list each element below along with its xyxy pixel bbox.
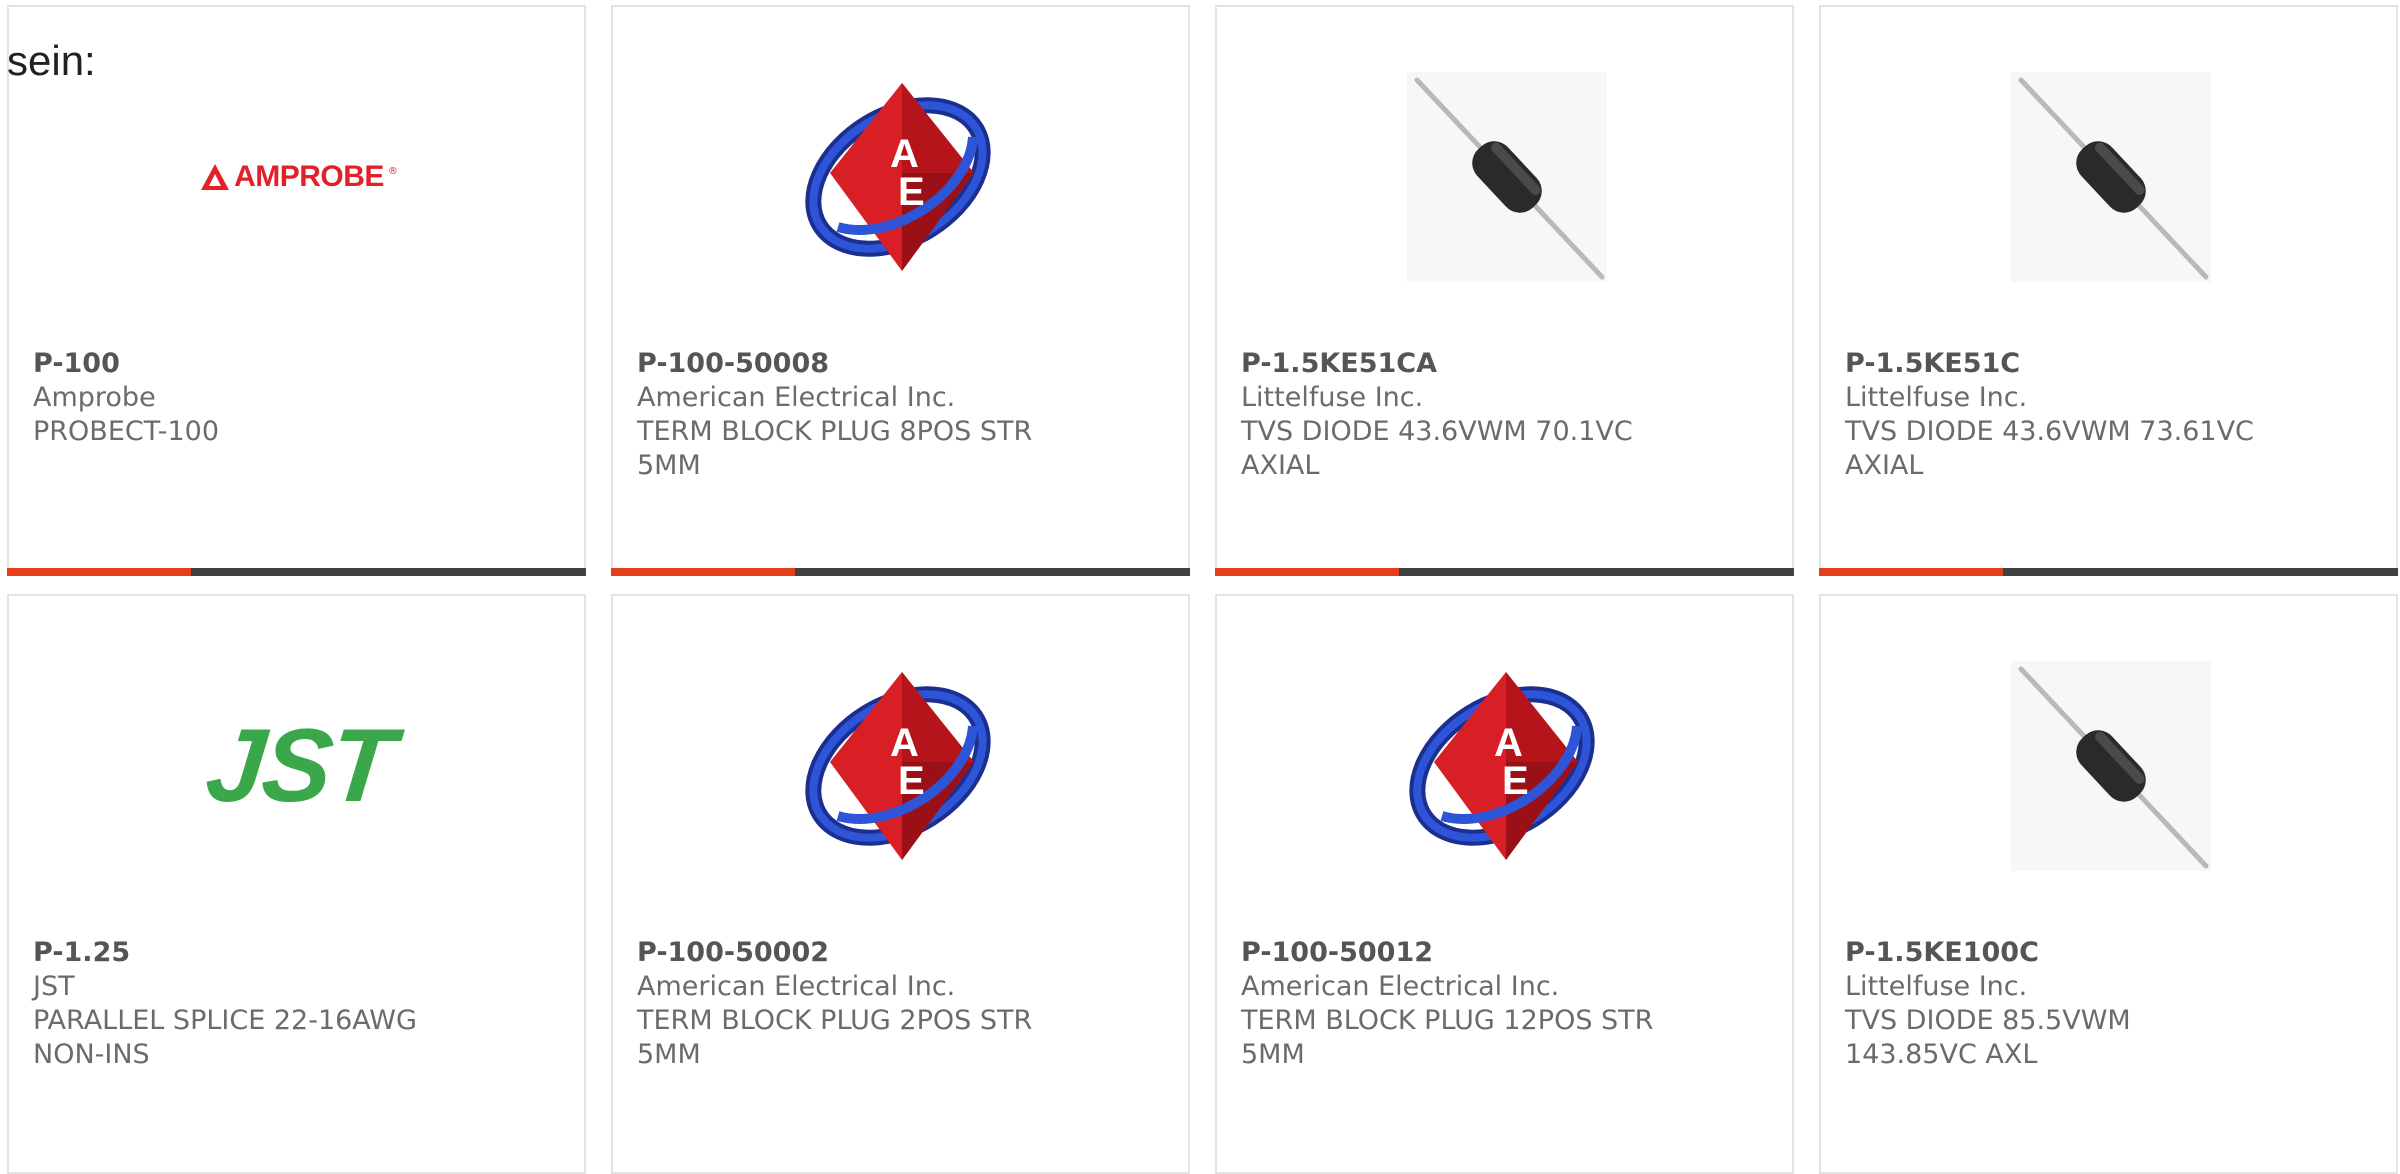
american-electrical-logo: A E: [805, 83, 991, 271]
part-number[interactable]: P-1.5KE100C: [1845, 936, 2376, 970]
product-card[interactable]: AMPROBE ® P-100 Amprobe PROBECT-100: [7, 5, 586, 576]
product-card[interactable]: JST P-1.25 JST PARALLEL SPLICE 22-16AWG …: [7, 594, 586, 1174]
product-description: TERM BLOCK PLUG 2POS STR 5MM: [637, 1005, 1033, 1070]
product-image: A E: [763, 661, 1043, 871]
product-description: PARALLEL SPLICE 22-16AWG NON-INS: [33, 1005, 417, 1070]
product-info: P-100 Amprobe PROBECT-100: [33, 347, 564, 449]
product-info: P-100-50012 American Electrical Inc. TER…: [1241, 936, 1772, 1072]
american-electrical-logo: A E: [805, 672, 991, 860]
intro-text: sein:: [7, 37, 96, 84]
amprobe-logo-text: AMPROBE: [234, 160, 384, 193]
jst-logo: JST: [200, 707, 398, 824]
product-description: TVS DIODE 43.6VWM 70.1VC AXIAL: [1241, 416, 1633, 481]
axial-diode-image: [2011, 661, 2211, 871]
card-accent-bar: [7, 568, 191, 576]
product-image: A E: [763, 72, 1043, 282]
product-info: P-1.5KE51C Littelfuse Inc. TVS DIODE 43.…: [1845, 347, 2376, 483]
svg-text:E: E: [898, 759, 925, 803]
product-description: TERM BLOCK PLUG 12POS STR 5MM: [1241, 1005, 1654, 1070]
product-description: PROBECT-100: [33, 416, 220, 447]
card-accent-bar: [1819, 568, 2003, 576]
product-image: A E: [1367, 661, 1647, 871]
svg-text:E: E: [898, 170, 925, 214]
product-image: [1971, 661, 2251, 871]
product-info: P-1.5KE51CA Littelfuse Inc. TVS DIODE 43…: [1241, 347, 1772, 483]
svg-text:E: E: [1502, 759, 1529, 803]
part-number[interactable]: P-1.5KE51C: [1845, 347, 2376, 381]
part-number[interactable]: P-1.5KE51CA: [1241, 347, 1772, 381]
card-footer-bar: [611, 568, 1190, 576]
manufacturer: Amprobe: [33, 382, 156, 413]
manufacturer: American Electrical Inc.: [1241, 971, 1560, 1002]
card-accent-bar: [1215, 568, 1399, 576]
product-info: P-100-50002 American Electrical Inc. TER…: [637, 936, 1168, 1072]
card-accent-bar: [611, 568, 795, 576]
part-number[interactable]: P-100-50008: [637, 347, 1168, 381]
american-electrical-logo: A E: [1409, 672, 1595, 860]
product-info: P-100-50008 American Electrical Inc. TER…: [637, 347, 1168, 483]
product-image: [1367, 72, 1647, 282]
product-grid: AMPROBE ® P-100 Amprobe PROBECT-100 A E: [0, 0, 2400, 1174]
product-description: TVS DIODE 43.6VWM 73.61VC AXIAL: [1845, 416, 2254, 481]
product-image: [1971, 72, 2251, 282]
part-number[interactable]: P-1.25: [33, 936, 564, 970]
manufacturer: American Electrical Inc.: [637, 971, 956, 1002]
product-card[interactable]: A E P-100-50002 American Electrical Inc.…: [611, 594, 1190, 1174]
product-card[interactable]: A E P-100-50012 American Electrical Inc.…: [1215, 594, 1794, 1174]
manufacturer: Littelfuse Inc.: [1845, 382, 2028, 413]
product-image: JST: [159, 661, 439, 871]
axial-diode-image: [2011, 72, 2211, 282]
registered-mark: ®: [387, 166, 398, 177]
manufacturer: Littelfuse Inc.: [1845, 971, 2028, 1002]
manufacturer: Littelfuse Inc.: [1241, 382, 1424, 413]
product-description: TERM BLOCK PLUG 8POS STR 5MM: [637, 416, 1033, 481]
product-image: AMPROBE ®: [159, 72, 439, 282]
part-number[interactable]: P-100-50012: [1241, 936, 1772, 970]
card-footer-bar: [1215, 568, 1794, 576]
manufacturer: American Electrical Inc.: [637, 382, 956, 413]
product-info: P-1.25 JST PARALLEL SPLICE 22-16AWG NON-…: [33, 936, 564, 1072]
product-description: TVS DIODE 85.5VWM 143.85VC AXL: [1845, 1005, 2131, 1070]
product-card[interactable]: P-1.5KE51C Littelfuse Inc. TVS DIODE 43.…: [1819, 5, 2398, 576]
product-info: P-1.5KE100C Littelfuse Inc. TVS DIODE 85…: [1845, 936, 2376, 1072]
part-number[interactable]: P-100-50002: [637, 936, 1168, 970]
card-footer-bar: [1819, 568, 2398, 576]
product-card[interactable]: P-1.5KE51CA Littelfuse Inc. TVS DIODE 43…: [1215, 5, 1794, 576]
axial-diode-image: [1407, 72, 1607, 282]
manufacturer: JST: [33, 971, 75, 1002]
product-card[interactable]: A E P-100-50008 American Electrical Inc.…: [611, 5, 1190, 576]
amprobe-logo: AMPROBE ®: [200, 160, 398, 194]
product-card[interactable]: P-1.5KE100C Littelfuse Inc. TVS DIODE 85…: [1819, 594, 2398, 1174]
card-footer-bar: [7, 568, 586, 576]
warning-triangle-icon: [201, 164, 230, 190]
part-number[interactable]: P-100: [33, 347, 564, 381]
